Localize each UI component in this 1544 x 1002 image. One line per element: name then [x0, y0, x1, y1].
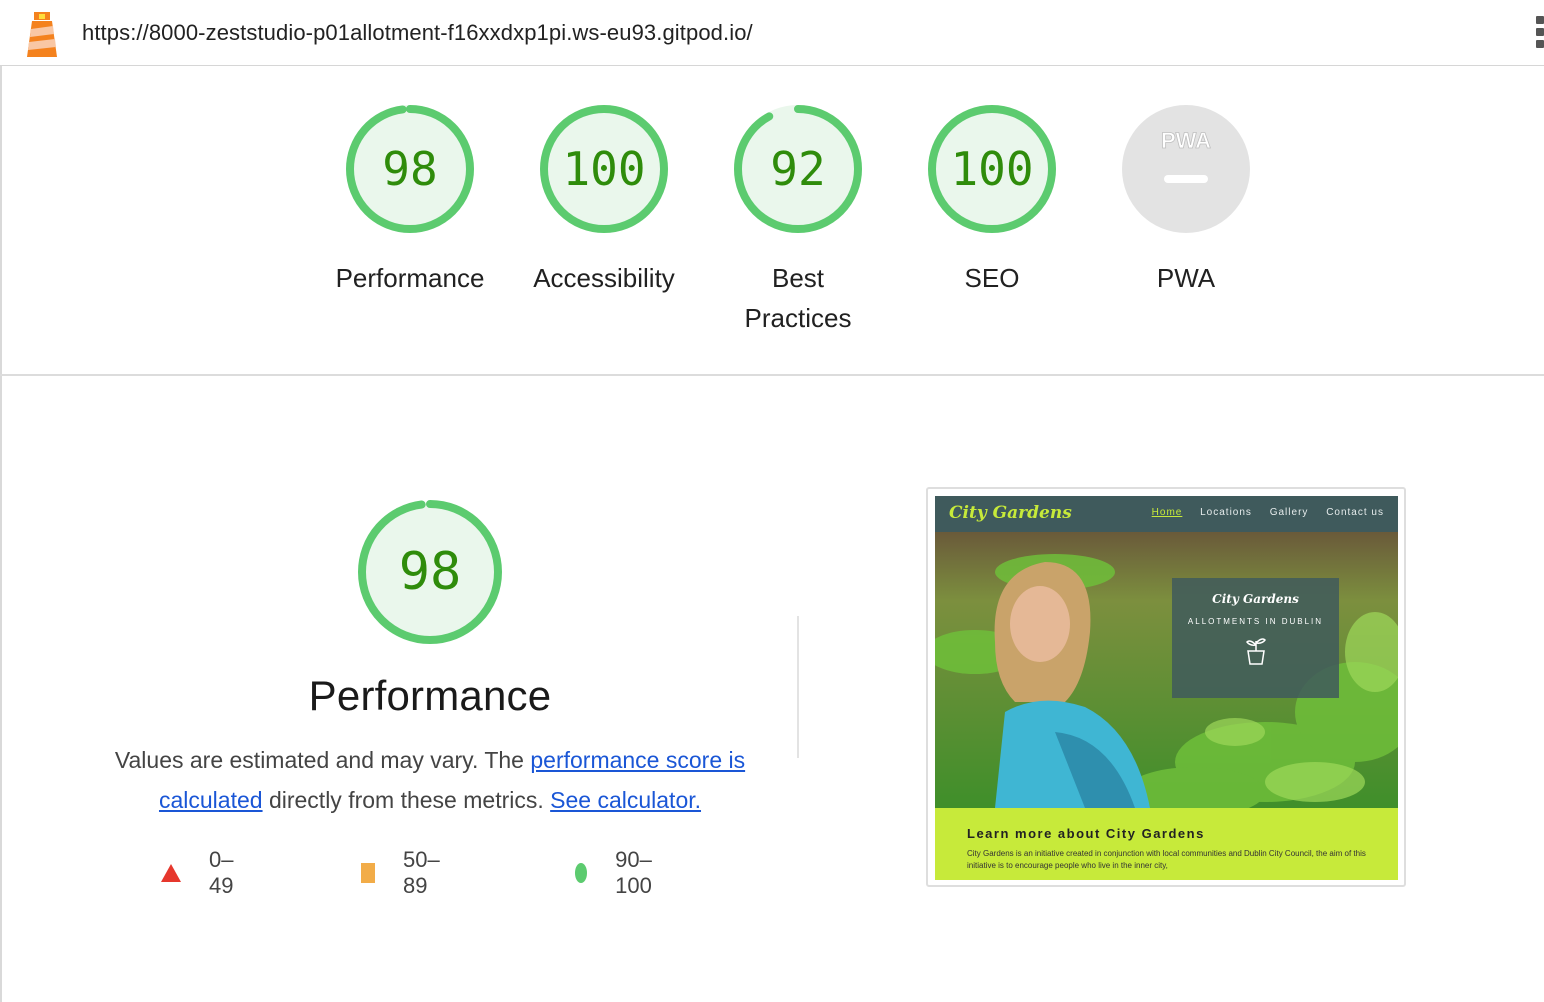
gauge-score: 100: [950, 142, 1034, 196]
gauge-label: Best Practices: [744, 263, 852, 333]
final-screenshot: City Gardens Home Locations Gallery Cont…: [935, 496, 1398, 880]
vertical-divider: [797, 616, 799, 758]
performance-score: 98: [398, 542, 462, 602]
legend-average: 50–89: [361, 847, 446, 898]
gauge-label: PWA: [1156, 263, 1216, 293]
gauge-label: Accessibility: [533, 263, 675, 293]
pwa-badge-text: PWA: [1161, 128, 1211, 153]
thumb-nav-contact: Contact us: [1326, 507, 1384, 518]
legend-range: 50–89: [402, 847, 440, 898]
gauge-score: 92: [770, 142, 826, 196]
thumb-overlay-brand: City Gardens: [1212, 592, 1299, 606]
section-divider: [0, 374, 1544, 376]
performance-title: Performance: [308, 672, 552, 719]
thumb-nav-home: Home: [1151, 507, 1183, 518]
thumb-nav-links: Home Locations Gallery Contact us: [1138, 507, 1384, 518]
thumb-overlay-tagline: ALLOTMENTS IN DUBLIN: [1187, 617, 1324, 626]
thumb-nav-gallery: Gallery: [1269, 507, 1309, 518]
gauge-pwa[interactable]: PWA PWA: [1091, 104, 1281, 298]
thumb-about-heading: Learn more about City Gardens: [967, 826, 1205, 841]
description-text: Values are estimated and may vary. The: [114, 747, 531, 773]
gauge-best-practices[interactable]: 92 Best Practices: [703, 104, 893, 338]
thumb-hero-overlay: City Gardens ALLOTMENTS IN DUBLIN: [1172, 578, 1339, 698]
square-icon: [361, 863, 375, 883]
gauge-accessibility[interactable]: 100 Accessibility: [509, 104, 699, 298]
pwa-badge-icon: PWA: [1122, 105, 1250, 233]
page-url[interactable]: https://8000-zeststudio-p01allotment-f16…: [82, 20, 753, 46]
thumb-nav-locations: Locations: [1200, 507, 1252, 518]
legend-pass: 90–100: [575, 847, 660, 898]
gauge-label: Performance: [335, 263, 485, 293]
legend-fail: 0–49: [161, 847, 233, 898]
legend-range: 90–100: [615, 847, 652, 898]
kebab-menu-icon[interactable]: [1534, 16, 1544, 52]
gauge-score: 98: [382, 142, 438, 196]
report-topbar: https://8000-zeststudio-p01allotment-f16…: [0, 0, 1544, 66]
gauge-seo[interactable]: 100 SEO: [897, 104, 1087, 298]
gauge-label: SEO: [964, 263, 1020, 293]
triangle-icon: [161, 864, 181, 882]
thumb-about-paragraph: City Gardens is an initiative created in…: [967, 849, 1366, 870]
thumb-brand: City Gardens: [949, 503, 1072, 523]
gauge-performance[interactable]: 98 Performance: [315, 104, 505, 298]
circle-icon: [575, 863, 588, 883]
see-calculator-link[interactable]: See calculator.: [550, 787, 701, 813]
gauge-score: 100: [562, 142, 646, 196]
legend-range: 0–49: [209, 847, 234, 898]
thumb-about-section: Learn more about City Gardens City Garde…: [935, 808, 1398, 880]
performance-description: Values are estimated and may vary. The p…: [104, 740, 756, 820]
thumb-navbar: City Gardens Home Locations Gallery Cont…: [935, 496, 1398, 532]
category-gauges: 98 Performance 100 Accessibility 92 Best Pr…: [0, 66, 1544, 374]
description-text-middle: directly from these metrics.: [262, 787, 551, 813]
lighthouse-icon: [27, 12, 57, 57]
plant-pot-icon: [1245, 638, 1266, 665]
